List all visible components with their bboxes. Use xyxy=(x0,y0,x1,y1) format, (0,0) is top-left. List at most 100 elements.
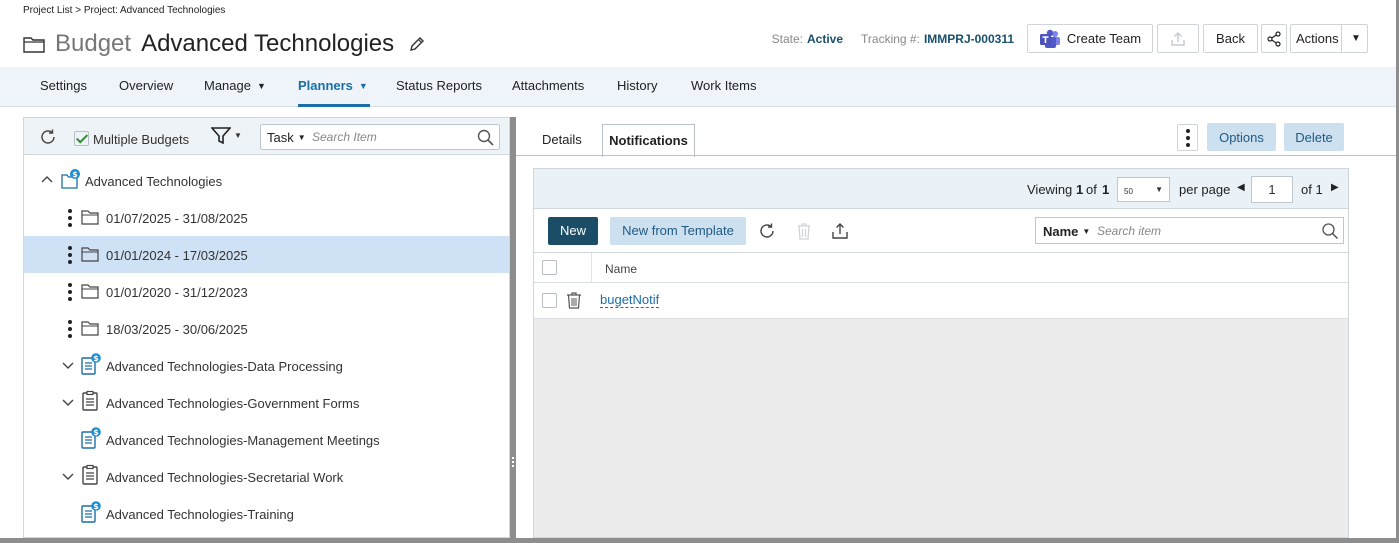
prev-page-icon[interactable]: ◀ xyxy=(1237,182,1245,193)
tab-details[interactable]: Details xyxy=(542,124,582,156)
delete-row-icon[interactable] xyxy=(566,292,582,309)
page-title: Budget Advanced Technologies xyxy=(23,28,426,60)
chevron-down-icon: ▼ xyxy=(1155,185,1163,194)
delete-button[interactable]: Delete xyxy=(1284,123,1344,151)
tree-node-period[interactable]: 18/03/2025 - 30/06/2025 xyxy=(24,310,509,347)
tab-settings[interactable]: Settings xyxy=(40,67,87,107)
filter-icon[interactable] xyxy=(211,127,231,145)
search-scope-dropdown[interactable]: Name ▼ xyxy=(1043,224,1090,239)
grid-toolbar: New New from Template Name ▼ Search item xyxy=(534,209,1348,253)
back-button[interactable]: Back xyxy=(1203,24,1258,53)
chevron-down-icon: ▼ xyxy=(1351,33,1361,44)
tracking-meta: Tracking #: IMMPRJ-000311 xyxy=(861,31,1014,46)
select-all-checkbox[interactable] xyxy=(542,260,557,275)
export-icon[interactable] xyxy=(830,221,850,241)
filter-caret-icon[interactable]: ▼ xyxy=(234,131,242,140)
tree-node-task[interactable]: $ Advanced Technologies-Data Processing xyxy=(24,347,509,384)
export-button[interactable] xyxy=(1157,24,1199,53)
search-icon[interactable] xyxy=(1321,222,1339,240)
task-icon xyxy=(82,464,98,485)
create-team-button[interactable]: Create Team xyxy=(1027,24,1153,53)
trash-icon[interactable] xyxy=(794,221,814,241)
page-number-input[interactable]: 1 xyxy=(1251,176,1293,203)
planner-tree-panel: Multiple Budgets ▼ Task ▼ Search Item $ A… xyxy=(23,117,510,538)
tree-node-root[interactable]: $ Advanced Technologies xyxy=(24,162,509,199)
chevron-down-icon[interactable] xyxy=(62,359,74,371)
tracking-value: IMMPRJ-000311 xyxy=(923,31,1014,46)
chevron-down-icon[interactable] xyxy=(62,396,74,408)
task-budget-icon: $ xyxy=(81,353,101,375)
tree-search-input[interactable]: Search Item xyxy=(312,130,377,144)
actions-dropdown[interactable]: Actions ▼ xyxy=(1290,24,1368,53)
tree-search[interactable]: Task ▼ Search Item xyxy=(260,124,500,150)
notification-search-input[interactable]: Search item xyxy=(1097,224,1161,238)
panel-splitter[interactable] xyxy=(510,117,516,538)
svg-text:$: $ xyxy=(93,502,99,511)
next-page-icon[interactable]: ▶ xyxy=(1331,182,1339,193)
tab-work-items[interactable]: Work Items xyxy=(691,67,757,107)
tab-attachments[interactable]: Attachments xyxy=(512,67,584,107)
chevron-up-icon[interactable] xyxy=(41,174,53,186)
tree-node-period[interactable]: 01/07/2025 - 31/08/2025 xyxy=(24,199,509,236)
svg-text:$: $ xyxy=(93,354,99,363)
table-row[interactable]: bugetNotif xyxy=(534,283,1348,319)
task-budget-icon: $ xyxy=(81,427,101,449)
column-name-header[interactable]: Name xyxy=(605,262,637,276)
tab-overview[interactable]: Overview xyxy=(119,67,173,107)
folder-icon xyxy=(81,284,99,299)
tab-planners[interactable]: Planners ▼ xyxy=(298,67,370,107)
kebab-menu-icon[interactable] xyxy=(68,320,72,338)
folder-icon xyxy=(81,321,99,336)
task-icon xyxy=(82,390,98,411)
caret-down-icon: ▼ xyxy=(358,81,368,91)
state-meta: State: Active xyxy=(771,31,844,46)
search-scope-dropdown[interactable]: Task ▼ xyxy=(267,130,306,145)
budget-icon: $ xyxy=(61,169,80,189)
notification-link[interactable]: bugetNotif xyxy=(600,292,660,308)
kebab-menu-icon[interactable] xyxy=(68,209,72,227)
pagination-bar: Viewing 1 of 1 50 ▼ per page ◀ 1 of 1 ▶ xyxy=(534,169,1348,209)
tree-node-task[interactable]: $ Advanced Technologies-Management Meeti… xyxy=(24,421,509,458)
kebab-menu-icon[interactable] xyxy=(68,246,72,264)
tree-node-period-selected[interactable]: 01/01/2024 - 17/03/2025 xyxy=(24,236,509,273)
header-actions: State: Active Tracking #: IMMPRJ-000311 Cr… xyxy=(772,24,1368,53)
tab-notifications[interactable]: Notifications xyxy=(602,124,695,157)
more-options-button[interactable] xyxy=(1177,124,1198,151)
search-icon[interactable] xyxy=(477,129,494,146)
svg-text:$: $ xyxy=(93,428,99,437)
breadcrumb[interactable]: Project List > Project: Advanced Technol… xyxy=(23,5,225,16)
state-value: Active xyxy=(807,31,844,46)
window-border xyxy=(0,538,1399,543)
refresh-icon[interactable] xyxy=(39,128,57,146)
tree-node-task[interactable]: $ Advanced Technologies-Training xyxy=(24,495,509,532)
tree-node-task[interactable]: Advanced Technologies-Government Forms xyxy=(24,384,509,421)
page-size-select[interactable]: 50 ▼ xyxy=(1117,177,1170,202)
multiple-budgets-label: Multiple Budgets xyxy=(93,132,190,147)
tab-manage[interactable]: Manage ▼ xyxy=(204,67,266,107)
chevron-down-icon[interactable] xyxy=(62,470,74,482)
row-checkbox[interactable] xyxy=(542,293,557,308)
kebab-menu-icon[interactable] xyxy=(68,283,72,301)
edit-pencil-icon[interactable] xyxy=(408,35,426,53)
caret-down-icon: ▼ xyxy=(256,81,266,91)
new-button[interactable]: New xyxy=(548,217,598,245)
upload-icon xyxy=(1171,31,1185,46)
entity-name: Advanced Technologies xyxy=(141,30,395,57)
tree-toolbar: Multiple Budgets ▼ Task ▼ Search Item xyxy=(24,118,509,155)
share-button[interactable] xyxy=(1261,24,1287,53)
notifications-grid: Viewing 1 of 1 50 ▼ per page ◀ 1 of 1 ▶ N… xyxy=(533,168,1349,538)
task-budget-icon: $ xyxy=(81,501,101,523)
refresh-icon[interactable] xyxy=(757,221,777,241)
tree-node-period[interactable]: 01/01/2020 - 31/12/2023 xyxy=(24,273,509,310)
tree-node-task[interactable]: Advanced Technologies-Secretarial Work xyxy=(24,458,509,495)
tab-status-reports[interactable]: Status Reports xyxy=(396,67,482,107)
entity-type: Budget xyxy=(55,30,132,57)
share-icon xyxy=(1267,30,1281,47)
tab-history[interactable]: History xyxy=(617,67,657,107)
svg-text:$: $ xyxy=(72,170,78,179)
notification-search[interactable]: Name ▼ Search item xyxy=(1035,217,1344,244)
teams-icon xyxy=(1039,29,1060,48)
new-from-template-button[interactable]: New from Template xyxy=(610,217,746,245)
multiple-budgets-checkbox[interactable] xyxy=(74,131,89,146)
options-button[interactable]: Options xyxy=(1207,123,1276,151)
